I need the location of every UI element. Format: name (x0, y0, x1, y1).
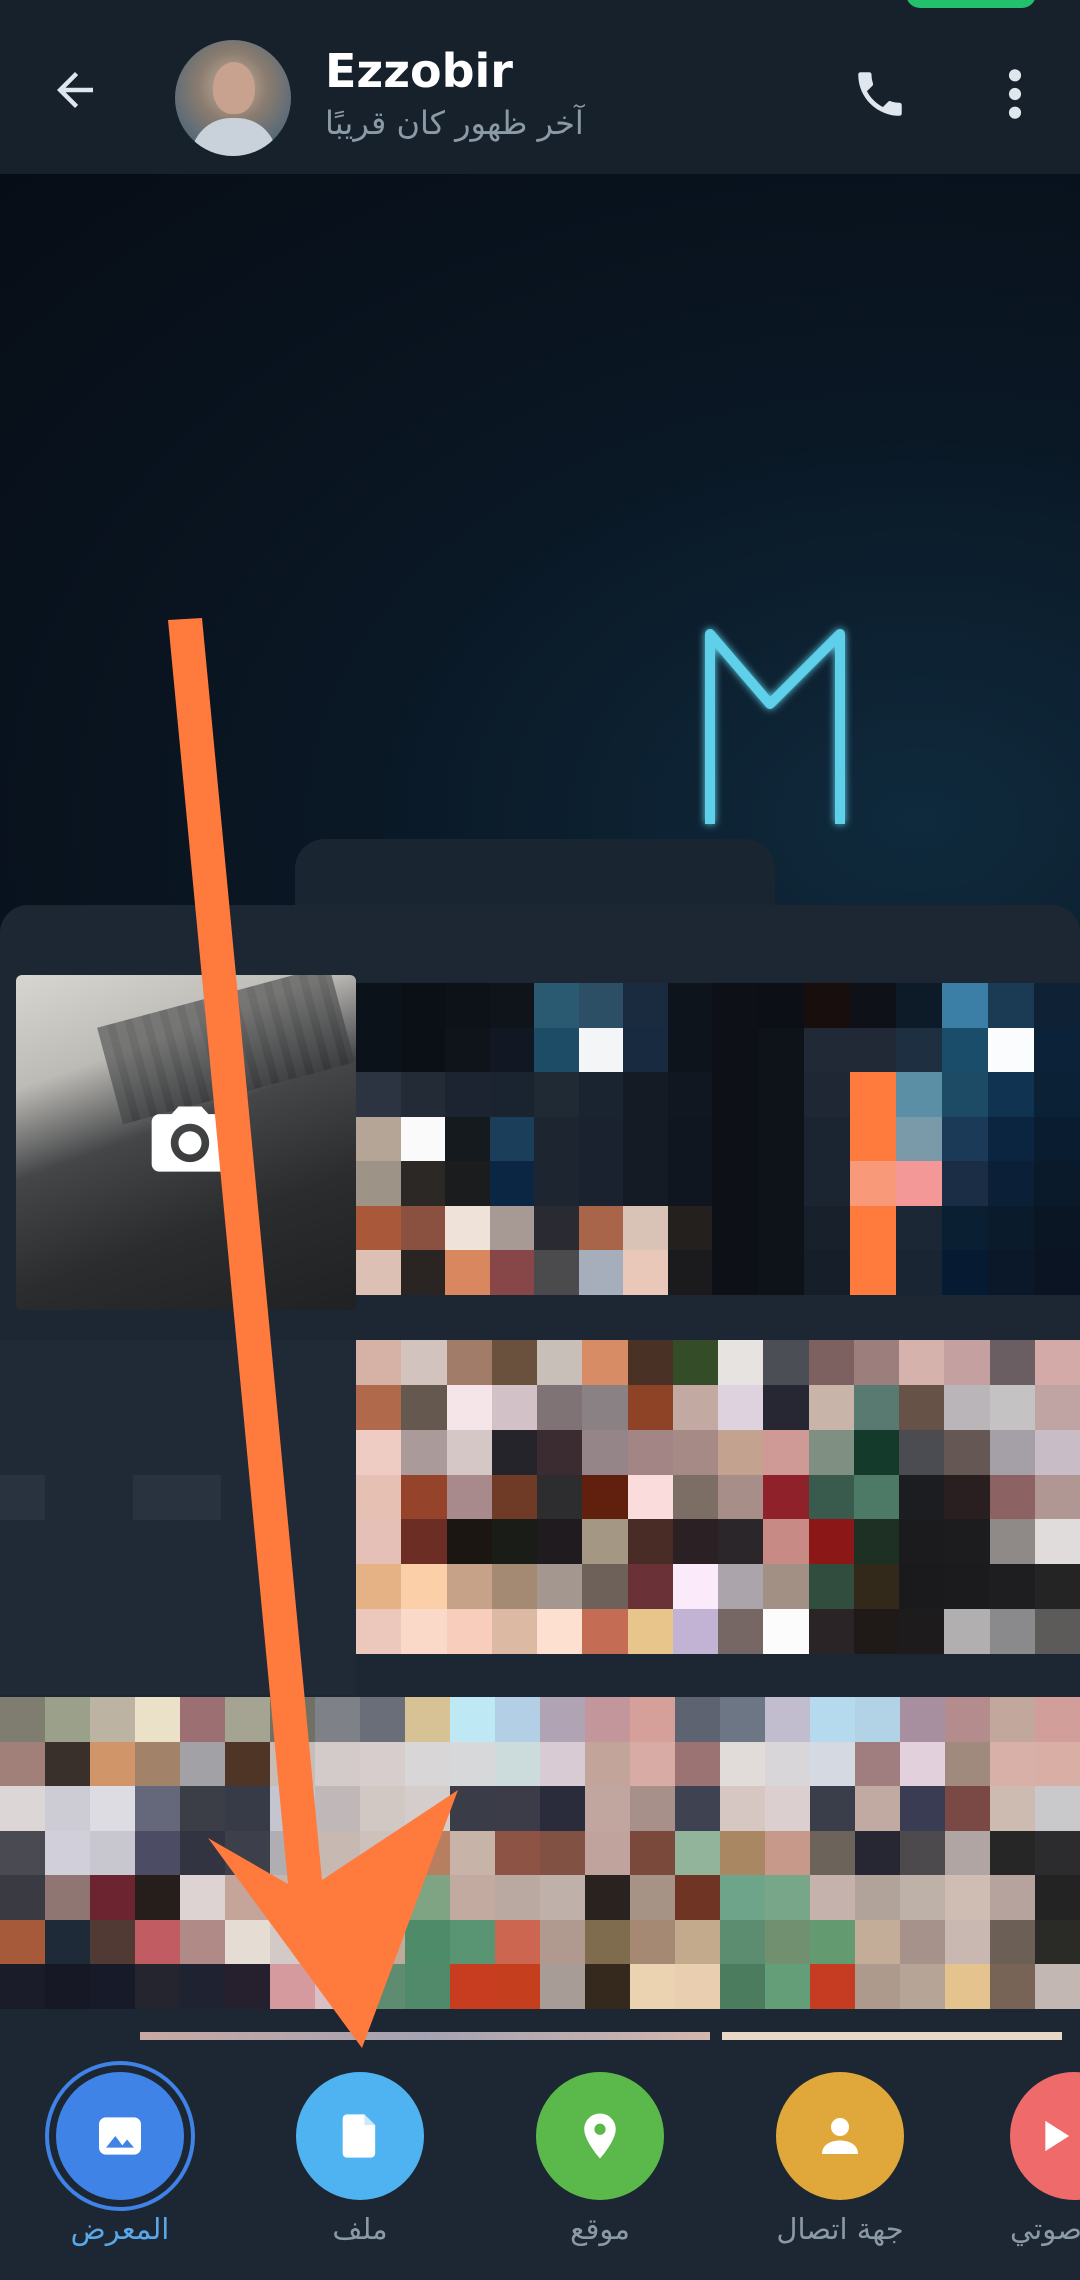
placeholder-tile (0, 1475, 45, 1520)
file-icon (342, 2114, 376, 2158)
attach-contact-circle (776, 2072, 904, 2200)
attach-gallery-circle (56, 2072, 184, 2200)
phone-icon (858, 72, 902, 116)
camera-capture-tile[interactable] (16, 975, 356, 1310)
neon-letter-decoration (705, 629, 845, 824)
attach-gallery-label: المعرض (70, 2212, 170, 2246)
contact-icon (822, 2118, 858, 2154)
more-options-button[interactable] (985, 62, 1045, 126)
call-button[interactable] (848, 62, 912, 126)
gallery-thumbnail[interactable] (356, 1340, 1080, 1654)
attach-file-button[interactable]: ملف (295, 2072, 425, 2252)
back-button[interactable] (40, 55, 110, 125)
attach-audio-button[interactable]: صوتي (1010, 2072, 1080, 2252)
camera-icon (151, 1106, 229, 1172)
gallery-row-edge (722, 2032, 1062, 2040)
attach-gallery-button[interactable]: المعرض (55, 2072, 185, 2252)
attach-contact-button[interactable]: جهة اتصال (775, 2072, 905, 2252)
attach-location-label: موقع (570, 2212, 630, 2246)
attach-file-label: ملف (332, 2212, 388, 2246)
more-vertical-icon (1008, 69, 1022, 119)
gallery-thumbnail[interactable] (356, 983, 712, 1295)
audio-icon (1045, 2120, 1070, 2152)
chat-wallpaper (0, 174, 1080, 934)
chat-header: Ezzobir آخر ظهور كان قريبًا (0, 0, 1080, 174)
gallery-thumbnail[interactable] (712, 983, 1080, 1295)
gallery-thumbnail[interactable] (0, 1697, 1080, 2009)
arrow-left-icon (57, 72, 93, 108)
chat-title[interactable]: Ezzobir (325, 44, 513, 98)
attach-location-button[interactable]: موقع (535, 2072, 665, 2252)
gallery-row-edge (140, 2032, 710, 2040)
location-pin-icon (584, 2113, 616, 2159)
attach-audio-circle (1010, 2072, 1080, 2200)
status-indicator (906, 0, 1036, 8)
attach-contact-label: جهة اتصال (776, 2212, 904, 2246)
placeholder-tile (133, 1475, 221, 1520)
attach-file-circle (296, 2072, 424, 2200)
gallery-icon (99, 2117, 141, 2155)
attach-location-circle (536, 2072, 664, 2200)
avatar[interactable] (175, 40, 291, 156)
last-seen-status: آخر ظهور كان قريبًا (325, 104, 584, 142)
attach-audio-label: صوتي (1010, 2212, 1080, 2246)
